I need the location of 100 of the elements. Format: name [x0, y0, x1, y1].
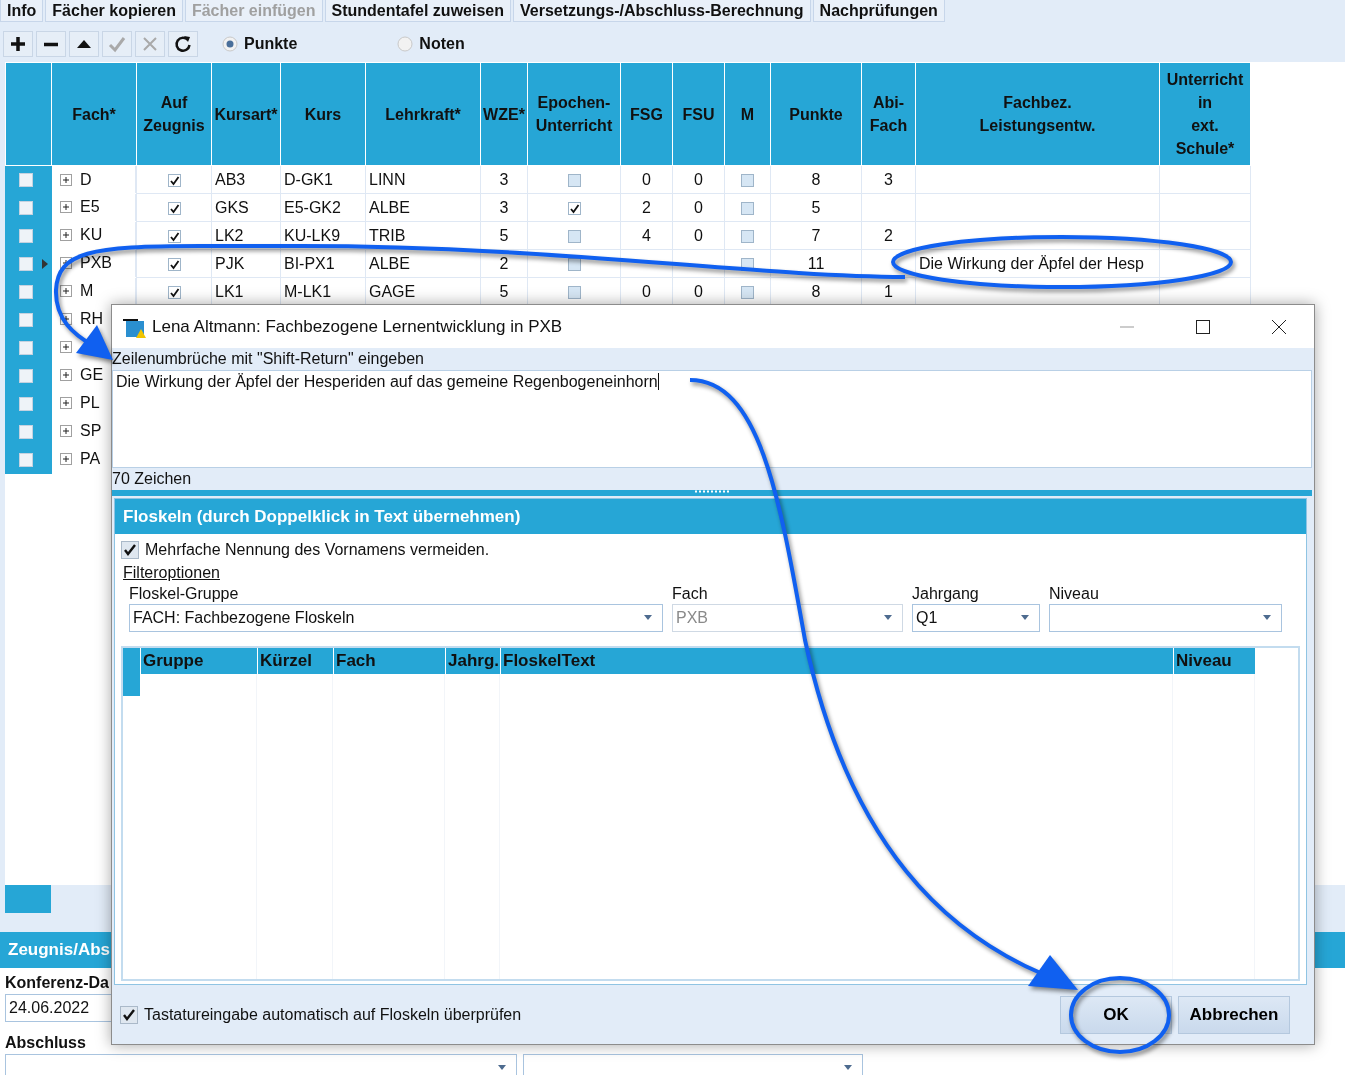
column-header[interactable]: FloskelText: [501, 648, 1174, 674]
checkbox[interactable]: [18, 313, 33, 328]
dropdown[interactable]: [1049, 604, 1282, 632]
caret-icon: [644, 615, 652, 620]
subject-code: M: [80, 282, 94, 300]
tab[interactable]: Nachprüfungen: [812, 0, 945, 22]
checkbox[interactable]: [18, 285, 33, 300]
tab[interactable]: Info: [0, 0, 44, 22]
radio-button[interactable]: [397, 36, 414, 52]
checkbox[interactable]: [741, 173, 754, 187]
dropdown[interactable]: FACH: Fachbezogene Floskeln: [129, 604, 663, 632]
checkbox[interactable]: [567, 173, 581, 187]
checkbox[interactable]: [18, 341, 33, 356]
checkbox[interactable]: [121, 541, 139, 559]
expand-icon[interactable]: [60, 425, 72, 437]
column-header[interactable]: Gruppe: [141, 648, 258, 674]
column-header[interactable]: Auf Zeugnis: [136, 62, 212, 166]
column-header[interactable]: Jahrg.: [446, 648, 501, 674]
move-up-button[interactable]: [69, 31, 99, 57]
table-cell: 5: [770, 193, 862, 222]
checkbox[interactable]: [18, 453, 33, 468]
table-cell: E5-GK2: [280, 193, 366, 222]
expand-icon[interactable]: [60, 341, 72, 353]
checkbox[interactable]: [167, 201, 181, 215]
radio-label: Noten: [419, 35, 465, 53]
tab[interactable]: Stundentafel zuweisen: [324, 0, 511, 22]
column-header[interactable]: Fachbez. Leistungsentw.: [915, 62, 1160, 166]
table-cell: 7: [770, 221, 862, 250]
column-header[interactable]: Kurs: [280, 62, 366, 166]
checkbox[interactable]: [567, 285, 581, 299]
expand-icon[interactable]: [60, 201, 72, 213]
checkbox[interactable]: [741, 229, 754, 243]
expand-icon[interactable]: [60, 313, 72, 325]
grip-icon[interactable]: [695, 490, 729, 493]
checkbox[interactable]: [18, 425, 33, 440]
checkbox[interactable]: [741, 201, 754, 215]
expand-icon[interactable]: [60, 453, 72, 465]
column-header[interactable]: Niveau: [1174, 648, 1256, 674]
refresh-button[interactable]: [168, 31, 198, 57]
checkbox[interactable]: [18, 397, 33, 412]
expand-icon[interactable]: [60, 257, 72, 269]
expand-icon[interactable]: [60, 397, 72, 409]
column-header[interactable]: WZE*: [480, 62, 528, 166]
column-header[interactable]: Epochen- Unterricht: [527, 62, 621, 166]
filter-options-link[interactable]: Filteroptionen: [123, 564, 220, 582]
refresh-icon: [173, 34, 193, 54]
table-cell: 0: [620, 165, 673, 194]
checkbox[interactable]: [18, 201, 33, 216]
checkbox[interactable]: [741, 285, 754, 299]
table-cell: Die Wirkung der Äpfel der Hesp: [915, 249, 1160, 278]
cancel-button[interactable]: Abbrechen: [1178, 995, 1290, 1034]
dropdown[interactable]: Q1: [912, 604, 1040, 632]
table-cell: 2: [861, 221, 916, 250]
column-header[interactable]: Fach*: [51, 62, 137, 166]
column-header[interactable]: Fach: [334, 648, 446, 674]
table-cell: 0: [672, 193, 725, 222]
checkbox-label: Mehrfache Nennung des Vornamens vermeiden.: [145, 541, 490, 559]
column-header[interactable]: Lehrkraft*: [365, 62, 481, 166]
table-cell: LK2: [211, 221, 281, 250]
column-header[interactable]: FSU: [672, 62, 725, 166]
column-header[interactable]: Unterricht in ext. Schule*: [1159, 62, 1251, 166]
add-button[interactable]: [3, 31, 33, 57]
checkbox[interactable]: [18, 257, 33, 272]
tab[interactable]: Fächer kopieren: [45, 0, 183, 22]
checkbox[interactable]: [167, 173, 181, 187]
expand-icon[interactable]: [60, 229, 72, 241]
table-cell: PJK: [211, 249, 281, 278]
hint-text: Zeilenumbrüche mit "Shift-Return" eingeben: [112, 349, 425, 369]
column-header[interactable]: Kürzel: [258, 648, 334, 674]
column-header[interactable]: Punkte: [770, 62, 862, 166]
radio-button[interactable]: [222, 36, 238, 52]
text-area[interactable]: Die Wirkung der Äpfel der Hesperiden auf das gemeine Regenbogeneinhorn: [112, 370, 1312, 468]
field-label: Niveau: [1049, 584, 1100, 604]
dropdown[interactable]: [5, 1054, 517, 1075]
checkbox[interactable]: [167, 257, 181, 271]
checkbox[interactable]: [167, 285, 181, 299]
subject-code: D: [80, 170, 92, 189]
checkbox[interactable]: [18, 173, 33, 188]
checkbox[interactable]: [567, 201, 581, 215]
subject-code: GE: [80, 366, 104, 384]
plus-icon: [8, 34, 28, 54]
column-header[interactable]: M: [724, 62, 771, 166]
panel-title: Floskeln (durch Doppelklick in Text übernehmen): [115, 499, 1306, 534]
checkbox[interactable]: [567, 229, 581, 243]
checkbox[interactable]: [18, 369, 33, 384]
ok-button[interactable]: OK: [1060, 995, 1172, 1034]
subject-code: RH: [80, 310, 104, 328]
tab[interactable]: Versetzungs-/Abschluss-Berechnung: [513, 0, 811, 22]
column-header[interactable]: Abi- Fach: [861, 62, 916, 166]
column-header[interactable]: Kursart*: [211, 62, 281, 166]
checkbox[interactable]: [167, 229, 181, 243]
expand-icon[interactable]: [60, 285, 72, 297]
checkbox[interactable]: [120, 1005, 138, 1024]
checkbox[interactable]: [567, 257, 581, 271]
expand-icon[interactable]: [60, 369, 72, 381]
checkbox[interactable]: [18, 229, 33, 244]
dropdown[interactable]: [523, 1054, 863, 1075]
remove-button[interactable]: [36, 31, 66, 57]
column-header[interactable]: FSG: [620, 62, 673, 166]
expand-icon[interactable]: [60, 173, 72, 186]
